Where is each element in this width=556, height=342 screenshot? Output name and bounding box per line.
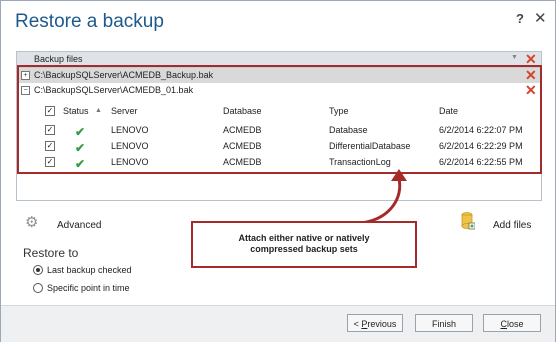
backup-files-label: Backup files [34, 54, 83, 64]
help-button[interactable]: ? [516, 11, 524, 26]
remove-all-icon[interactable]: ✕ [525, 52, 537, 66]
callout-arrow [360, 169, 407, 225]
close-label: lose [506, 319, 524, 329]
restore-backup-window: Restore a backup ? ✕ Backup files ▼ ✕ + … [0, 0, 556, 342]
add-files-link[interactable]: Add files [493, 220, 531, 231]
previous-label: revious [367, 319, 397, 329]
gear-icon[interactable]: ⚙ [25, 213, 38, 231]
advanced-link[interactable]: Advanced [57, 220, 101, 231]
radio-last-backup[interactable] [33, 265, 43, 275]
radio-selected-dot [36, 268, 40, 272]
radio-point-in-time[interactable] [33, 283, 43, 293]
window-close-button[interactable]: ✕ [534, 9, 547, 27]
callout-line: compressed backup sets [250, 244, 358, 254]
close-button[interactable]: Close [483, 314, 541, 332]
callout-annotation: Attach either native or natively compres… [191, 221, 417, 268]
chevron-down-icon[interactable]: ▼ [511, 54, 518, 61]
button-bar: < Previous Finish Close [1, 305, 555, 342]
option-point-in-time-label[interactable]: Specific point in time [47, 283, 130, 293]
previous-button[interactable]: < Previous [347, 314, 403, 332]
option-last-backup-label[interactable]: Last backup checked [47, 265, 132, 275]
callout-line: Attach either native or natively [238, 233, 370, 243]
window-title: Restore a backup [15, 11, 164, 32]
highlight-box [17, 65, 542, 174]
restore-to-label: Restore to [23, 246, 79, 260]
database-add-icon[interactable] [461, 211, 475, 231]
finish-button[interactable]: Finish [415, 314, 473, 332]
